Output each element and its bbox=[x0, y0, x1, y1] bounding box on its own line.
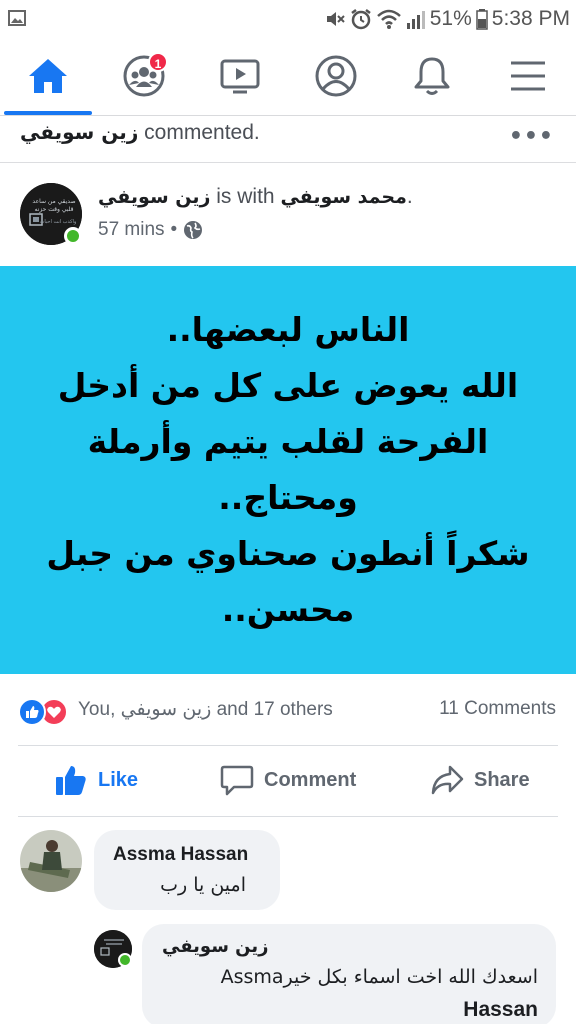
like-reaction-icon bbox=[18, 698, 46, 726]
share-label: Share bbox=[474, 768, 530, 791]
post-meta: 57 mins • bbox=[98, 219, 203, 241]
post-body: الناس لبعضها.. الله يعوض على كل من أدخل … bbox=[0, 266, 576, 674]
nav-home[interactable] bbox=[24, 52, 72, 100]
reply-author[interactable]: زين سويفي bbox=[162, 936, 269, 957]
mute-icon bbox=[326, 12, 345, 26]
comment-bubble[interactable] bbox=[94, 830, 280, 910]
groups-badge: 1 bbox=[148, 52, 168, 72]
nav-profile[interactable] bbox=[312, 52, 360, 100]
like-label: Like bbox=[98, 768, 139, 791]
reaction-icons[interactable] bbox=[18, 698, 74, 726]
alarm-icon bbox=[351, 9, 371, 30]
activity-text: زين سويفي commented. bbox=[20, 120, 260, 145]
profile-icon bbox=[315, 55, 357, 97]
clock: 5:38 PM bbox=[491, 7, 570, 30]
post-text: الناس لبعضها.. الله يعوض على كل من أدخل … bbox=[46, 310, 530, 629]
status-icons: 51% 5:38 PM bbox=[324, 6, 570, 32]
reactions-summary[interactable]: You, زين سويفي and 17 others bbox=[78, 698, 333, 721]
battery-percent: 51% bbox=[429, 7, 472, 30]
post-time[interactable]: 57 mins bbox=[98, 219, 165, 241]
post-title-period: . bbox=[406, 185, 413, 208]
share-icon bbox=[431, 765, 464, 795]
svg-text:صديقي من ساعد: صديقي من ساعد bbox=[32, 198, 75, 205]
reactions-row: You, زين سويفي and 17 others 11 Comments bbox=[0, 674, 576, 746]
nav-groups[interactable]: 1 bbox=[120, 52, 168, 100]
thumbs-up-icon bbox=[56, 766, 86, 795]
active-tab-indicator bbox=[4, 111, 92, 115]
activity-header: زين سويفي commented. ••• bbox=[0, 116, 576, 163]
share-button[interactable]: Share bbox=[430, 762, 530, 798]
battery-icon bbox=[476, 9, 488, 30]
home-icon bbox=[29, 59, 67, 93]
nav-menu[interactable] bbox=[504, 52, 552, 100]
commenter-photo bbox=[20, 830, 82, 892]
status-bar: 51% 5:38 PM bbox=[0, 0, 576, 38]
top-nav: 1 bbox=[0, 38, 576, 116]
bell-icon bbox=[414, 57, 450, 95]
meta-separator: • bbox=[170, 219, 178, 240]
signal-icon bbox=[406, 11, 425, 29]
commenter-avatar[interactable] bbox=[20, 830, 82, 892]
comments-count[interactable]: 11 Comments bbox=[439, 698, 556, 720]
online-status-icon bbox=[64, 227, 82, 245]
activity-action: commented. bbox=[138, 121, 260, 144]
nav-notifications[interactable] bbox=[408, 52, 456, 100]
image-icon bbox=[8, 10, 26, 26]
hamburger-icon bbox=[511, 61, 545, 91]
like-button[interactable]: Like bbox=[54, 762, 138, 798]
post-header: صديقي من ساعد قلبي وقت حزنه واكذب انت اح… bbox=[0, 163, 576, 266]
nav-watch[interactable] bbox=[216, 52, 264, 100]
post-with-text: is with bbox=[210, 185, 281, 208]
reply-text-line2[interactable]: Hassan bbox=[463, 998, 538, 1022]
video-icon bbox=[220, 59, 260, 94]
svg-text:قلبي وقت حزنه: قلبي وقت حزنه bbox=[34, 206, 73, 213]
reply-text-line1: اسعدك الله اخت اسماء بكل خيرAssma bbox=[220, 966, 538, 988]
comment-label: Comment bbox=[264, 768, 357, 791]
post-tagged[interactable]: محمد سويفي bbox=[280, 186, 406, 208]
comment-button[interactable]: Comment bbox=[220, 762, 356, 798]
svg-text:واكذب انت احباب: واكذب انت احباب bbox=[40, 219, 77, 225]
reply-online-icon bbox=[118, 953, 132, 967]
comment-text: امين يا رب bbox=[160, 874, 246, 896]
comment-author[interactable]: Assma Hassan bbox=[113, 844, 248, 866]
post-author[interactable]: زين سويفي bbox=[98, 186, 210, 208]
more-options-icon[interactable]: ••• bbox=[509, 124, 554, 149]
action-bar: Like Comment Share bbox=[0, 746, 576, 816]
post-title: زين سويفي is with محمد سويفي. bbox=[98, 185, 413, 209]
activity-actor[interactable]: زين سويفي bbox=[20, 120, 138, 144]
globe-icon bbox=[184, 221, 203, 239]
comment-icon bbox=[220, 765, 254, 796]
wifi-icon bbox=[376, 9, 401, 29]
divider bbox=[18, 816, 558, 817]
